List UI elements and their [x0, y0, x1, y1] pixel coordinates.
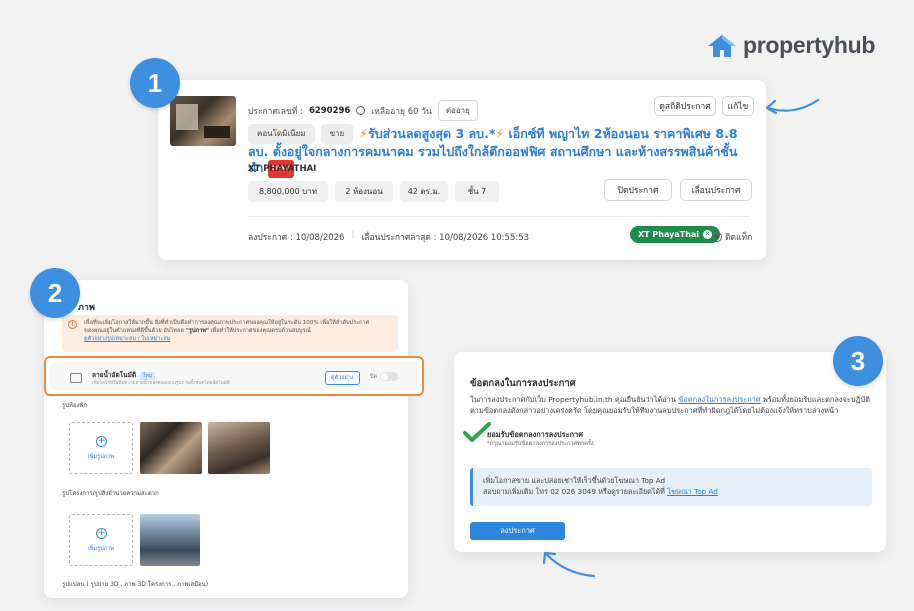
- add-tag-button[interactable]: + ติดแท็ก: [712, 230, 752, 244]
- warning-icon: !: [68, 320, 77, 329]
- listing-thumbnail[interactable]: [170, 96, 236, 146]
- step-3-badge: 3: [833, 336, 883, 386]
- project-photo[interactable]: [140, 514, 200, 566]
- plus-circle-icon: +: [96, 436, 107, 447]
- watermark-option: ลายน้ำอัตโนมัติ ใหม่ เพิ่มโลโก้หรือข้อควา…: [50, 362, 418, 390]
- separator: |: [351, 230, 355, 240]
- price-chip: 8,800,000 บาท: [248, 181, 328, 202]
- step-1-badge: 1: [130, 58, 180, 108]
- extend-button[interactable]: ต่ออายุ: [437, 100, 478, 121]
- listing-title-promo: รับส่วนลดสูงสุด 3 ลบ.*: [368, 126, 496, 141]
- listing-title[interactable]: คอนโดมิเนียม ขาย ⚡รับส่วนลดสูงสุด 3 ลบ.*⚡ …: [248, 124, 750, 178]
- accept-terms-hint: *กรุณายอมรับข้อตกลงการลงประกาศทุกครั้ง: [487, 441, 594, 447]
- terms-text: ในการลงประกาศกับเว็บ Propertyhub.in.th ค…: [470, 395, 870, 415]
- upload-project-photo[interactable]: + เพิ่มรูปภาพ: [69, 514, 133, 566]
- deal-type-tag: ขาย: [320, 124, 354, 144]
- listing-meta: ประกาศเลขที่ : 6290296 เหลืออายุ 60 วัน …: [248, 100, 478, 121]
- post-listing-button[interactable]: ลงประกาศ: [470, 522, 565, 540]
- clock-icon: [356, 106, 366, 115]
- remove-tag-icon[interactable]: ✕: [703, 230, 713, 239]
- propertyhub-logo: propertyhub: [707, 32, 875, 59]
- add-tag-label: ติดแท็ก: [725, 233, 753, 243]
- arrow-pointer-icon: [765, 98, 820, 115]
- location-tag[interactable]: XT PhayaThai ✕: [630, 226, 721, 243]
- lightning-icon: ⚡: [495, 126, 505, 141]
- notice-line-1: เพื่อที่จะเพิ่มโอกาสให้มากขึ้น สิ่งที่ทำ…: [84, 320, 370, 326]
- project-photos-label: รูปโครงการ/รูปสิ่งอำนวยความสะดวก: [62, 490, 159, 497]
- top-ad-line-1: เพิ่มโอกาสขาย และปล่อยเช่าให้เร็วขึ้นด้ว…: [483, 476, 666, 485]
- plus-circle-icon: +: [96, 528, 107, 539]
- watermark-toggle[interactable]: [380, 372, 398, 381]
- watermark-description: เพิ่มโลโก้หรือข้อความลายน้ำของคุณลงบนรูป…: [92, 381, 230, 386]
- quality-notice: ! เพื่อที่จะเพิ่มโอกาสให้มากขึ้น สิ่งที่…: [62, 315, 398, 352]
- brand-name: propertyhub: [743, 32, 876, 58]
- listing-dates: ลงประกาศ : 10/08/2026 | เลื่อนประกาศล่าส…: [248, 230, 529, 244]
- listing-info-chips: 8,800,000 บาท 2 ห้องนอน 42 ตร.ม. ชั้น 7: [248, 181, 499, 202]
- step-2-badge: 2: [30, 268, 80, 318]
- project-name: XT PHAYATHAI: [248, 164, 317, 174]
- upload-label: เพิ่มรูปภาพ: [88, 546, 114, 552]
- upload-label: เพิ่มรูปภาพ: [88, 454, 114, 460]
- top-ad-line-2: สอบถามเพิ่มเติม โทร 02 026 3049 หรือดูรา…: [483, 487, 718, 496]
- area-chip: 42 ตร.ม.: [400, 181, 448, 202]
- room-photos-label: รูปห้องพัก: [62, 402, 88, 409]
- notice-line-2: ของคุณอยู่ในตำแหน่งที่ดีขึ้นด้วย อัปโหลด…: [84, 328, 311, 334]
- watermark-toggle-label: ปิด: [370, 374, 378, 380]
- terms-card: ข้อตกลงในการลงประกาศ ในการลงประกาศกับเว็…: [454, 352, 886, 552]
- room-photo[interactable]: [208, 422, 270, 474]
- watermark-example-button[interactable]: ดูตัวอย่าง: [325, 371, 360, 385]
- edit-button[interactable]: แก้ไข: [722, 96, 754, 116]
- image-icon: [70, 373, 82, 383]
- watermark-option-highlight: ลายน้ำอัตโนมัติ ใหม่ เพิ่มโลโก้หรือข้อควา…: [44, 356, 424, 396]
- house-logo-icon: [708, 34, 736, 57]
- bump-listing-button[interactable]: เลื่อนประกาศ: [680, 179, 752, 201]
- top-ad-banner: เพิ่มโอกาสขาย และปล่อยเช่าให้เร็วขึ้นด้ว…: [470, 468, 872, 506]
- floorplan-photos-label: รูปแปลน ( รูปถ่าย 3D , ภาพ 3D โครงการ , …: [62, 581, 209, 588]
- remaining-days: เหลืออายุ 60 วัน: [371, 106, 432, 117]
- location-tag-label: XT PhayaThai: [638, 230, 700, 239]
- arrow-pointer-icon: [542, 551, 596, 578]
- room-photo[interactable]: [140, 422, 202, 474]
- divider: [248, 216, 750, 217]
- last-bumped-date: เลื่อนประกาศล่าสุด : 10/08/2026 10:55:53: [361, 233, 530, 243]
- close-listing-button[interactable]: ปิดประกาศ: [604, 179, 672, 201]
- posted-date: ลงประกาศ : 10/08/2026: [248, 233, 345, 243]
- listing-id: 6290296: [308, 105, 351, 116]
- photo-upload-card: ภาพ ! เพื่อที่จะเพิ่มโอกาสให้มากขึ้น สิ่…: [44, 280, 424, 598]
- upload-room-photo[interactable]: + เพิ่มรูปภาพ: [69, 422, 133, 474]
- property-type-tag: คอนโดมิเนียม: [248, 124, 315, 144]
- example-photos-link[interactable]: ดูตัวอย่างรูปเหมาะสม / ไม่เหมาะสม: [84, 336, 170, 342]
- lightning-icon: ⚡: [359, 126, 368, 141]
- top-ad-link[interactable]: โฆษณา Top Ad: [667, 487, 718, 496]
- terms-link[interactable]: ข้อตกลงในการลงประกาศ: [678, 395, 760, 404]
- view-stats-button[interactable]: ดูสถิติประกาศ: [654, 96, 716, 116]
- plus-circle-icon: +: [712, 232, 722, 242]
- new-label: ใหม่: [140, 372, 156, 380]
- bedrooms-chip: 2 ห้องนอน: [335, 181, 393, 202]
- photos-section-title: ภาพ: [78, 303, 95, 313]
- listing-id-label: ประกาศเลขที่ :: [248, 106, 303, 117]
- listing-card: ประกาศเลขที่ : 6290296 เหลืออายุ 60 วัน …: [158, 80, 766, 260]
- watermark-title: ลายน้ำอัตโนมัติ ใหม่: [92, 370, 156, 380]
- floor-chip: ชั้น 7: [455, 181, 499, 202]
- terms-title: ข้อตกลงในการลงประกาศ: [470, 378, 576, 389]
